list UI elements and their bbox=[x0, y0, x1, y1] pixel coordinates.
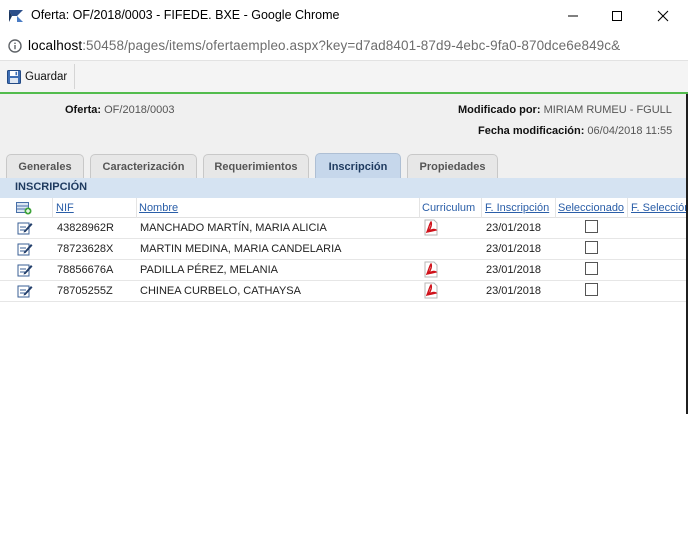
fecha-value: 06/04/2018 11:55 bbox=[587, 125, 673, 137]
oferta-label: Oferta: bbox=[65, 104, 102, 116]
inscripcion-table: NIF Nombre Curriculum F. Inscripción Sel… bbox=[0, 198, 688, 412]
oferta-value: OF/2018/0003 bbox=[104, 104, 175, 116]
seleccionado-checkbox[interactable] bbox=[585, 220, 598, 233]
maximize-icon bbox=[612, 11, 622, 21]
cell-fecha-inscripcion: 23/01/2018 bbox=[486, 285, 542, 297]
column-divider bbox=[627, 198, 628, 218]
cell-fecha-inscripcion: 23/01/2018 bbox=[486, 222, 542, 234]
tab-generales[interactable]: Generales bbox=[6, 154, 84, 179]
cell-fecha-inscripcion: 23/01/2018 bbox=[486, 264, 542, 276]
floppy-disk-icon bbox=[7, 69, 21, 84]
close-button[interactable] bbox=[640, 0, 686, 32]
column-header-nombre[interactable]: Nombre bbox=[139, 202, 178, 214]
section-header: INSCRIPCIÓN bbox=[0, 178, 688, 198]
cell-nombre: MARTIN MEDINA, MARIA CANDELARIA bbox=[140, 243, 342, 255]
window-title: Oferta: OF/2018/0003 - FIFEDE. BXE - Goo… bbox=[31, 8, 340, 22]
maximize-button[interactable] bbox=[594, 0, 640, 32]
pdf-file-icon[interactable] bbox=[423, 282, 439, 299]
column-header-nif[interactable]: NIF bbox=[56, 202, 74, 214]
info-icon[interactable] bbox=[8, 39, 22, 53]
column-header-fecha-inscripcion[interactable]: F. Inscripción bbox=[485, 202, 549, 214]
cell-nombre: MANCHADO MARTÍN, MARIA ALICIA bbox=[140, 222, 327, 234]
modificado-label: Modificado por: bbox=[458, 104, 541, 116]
table-row[interactable]: 78856676A PADILLA PÉREZ, MELANIA 23/01/2… bbox=[0, 260, 688, 281]
address-bar[interactable]: localhost:50458/pages/items/ofertaempleo… bbox=[0, 32, 688, 60]
fecha-info: Fecha modificación: 06/04/2018 11:55 bbox=[478, 125, 672, 137]
cell-nombre: CHINEA CURBELO, CATHAYSA bbox=[140, 285, 301, 297]
table-row[interactable]: 43828962R MANCHADO MARTÍN, MARIA ALICIA … bbox=[0, 218, 688, 239]
cell-fecha-inscripcion: 23/01/2018 bbox=[486, 243, 542, 255]
column-divider bbox=[52, 198, 53, 218]
minimize-button[interactable] bbox=[550, 0, 596, 32]
cell-nif: 78705255Z bbox=[57, 285, 113, 297]
fecha-label: Fecha modificación: bbox=[478, 125, 585, 137]
modificado-value: MIRIAM RUMEU - FGULL bbox=[543, 104, 672, 116]
edit-pencil-icon[interactable] bbox=[17, 263, 33, 277]
seleccionado-checkbox[interactable] bbox=[585, 241, 598, 254]
window-titlebar: Oferta: OF/2018/0003 - FIFEDE. BXE - Goo… bbox=[0, 0, 688, 32]
cell-nif: 43828962R bbox=[57, 222, 114, 234]
column-divider bbox=[481, 198, 482, 218]
save-button[interactable]: Guardar bbox=[1, 64, 76, 89]
url-host: localhost bbox=[28, 38, 83, 53]
cell-nif: 78856676A bbox=[57, 264, 114, 276]
seleccionado-checkbox[interactable] bbox=[585, 283, 598, 296]
column-header-seleccionado[interactable]: Seleccionado bbox=[558, 202, 624, 214]
seleccionado-checkbox[interactable] bbox=[585, 262, 598, 275]
table-row[interactable]: 78723628X MARTIN MEDINA, MARIA CANDELARI… bbox=[0, 239, 688, 260]
modificado-info: Modificado por: MIRIAM RUMEU - FGULL bbox=[458, 104, 672, 116]
pdf-file-icon[interactable] bbox=[423, 261, 439, 278]
pdf-file-icon[interactable] bbox=[423, 219, 439, 236]
edit-pencil-icon[interactable] bbox=[17, 242, 33, 256]
oferta-info: Oferta: OF/2018/0003 bbox=[65, 104, 174, 116]
add-record-icon[interactable] bbox=[16, 201, 32, 215]
page-toolbar: Guardar bbox=[0, 60, 688, 92]
column-header-fecha-seleccion[interactable]: F. Selección bbox=[631, 202, 688, 214]
column-divider bbox=[555, 198, 556, 218]
cell-nombre: PADILLA PÉREZ, MELANIA bbox=[140, 264, 278, 276]
column-divider bbox=[419, 198, 420, 218]
tab-strip: Generales Caracterización Requerimientos… bbox=[0, 152, 688, 179]
column-divider bbox=[136, 198, 137, 218]
tab-inscripcion[interactable]: Inscripción bbox=[315, 153, 401, 179]
tab-requerimientos[interactable]: Requerimientos bbox=[203, 154, 309, 179]
app-logo-icon bbox=[9, 10, 23, 22]
section-title: INSCRIPCIÓN bbox=[15, 181, 88, 193]
close-icon bbox=[657, 10, 669, 22]
cell-nif: 78723628X bbox=[57, 243, 114, 255]
column-header-curriculum: Curriculum bbox=[422, 202, 476, 214]
table-header: NIF Nombre Curriculum F. Inscripción Sel… bbox=[0, 198, 688, 218]
tab-propiedades[interactable]: Propiedades bbox=[407, 154, 498, 179]
edit-pencil-icon[interactable] bbox=[17, 221, 33, 235]
minimize-icon bbox=[568, 15, 578, 17]
table-row[interactable]: 78705255Z CHINEA CURBELO, CATHAYSA 23/01… bbox=[0, 281, 688, 302]
edit-pencil-icon[interactable] bbox=[17, 284, 33, 298]
url-text[interactable]: localhost:50458/pages/items/ofertaempleo… bbox=[28, 38, 620, 53]
save-label: Guardar bbox=[25, 70, 68, 83]
url-path: :50458/pages/items/ofertaempleo.aspx?key… bbox=[82, 38, 621, 53]
tab-caracterizacion[interactable]: Caracterización bbox=[90, 154, 197, 179]
